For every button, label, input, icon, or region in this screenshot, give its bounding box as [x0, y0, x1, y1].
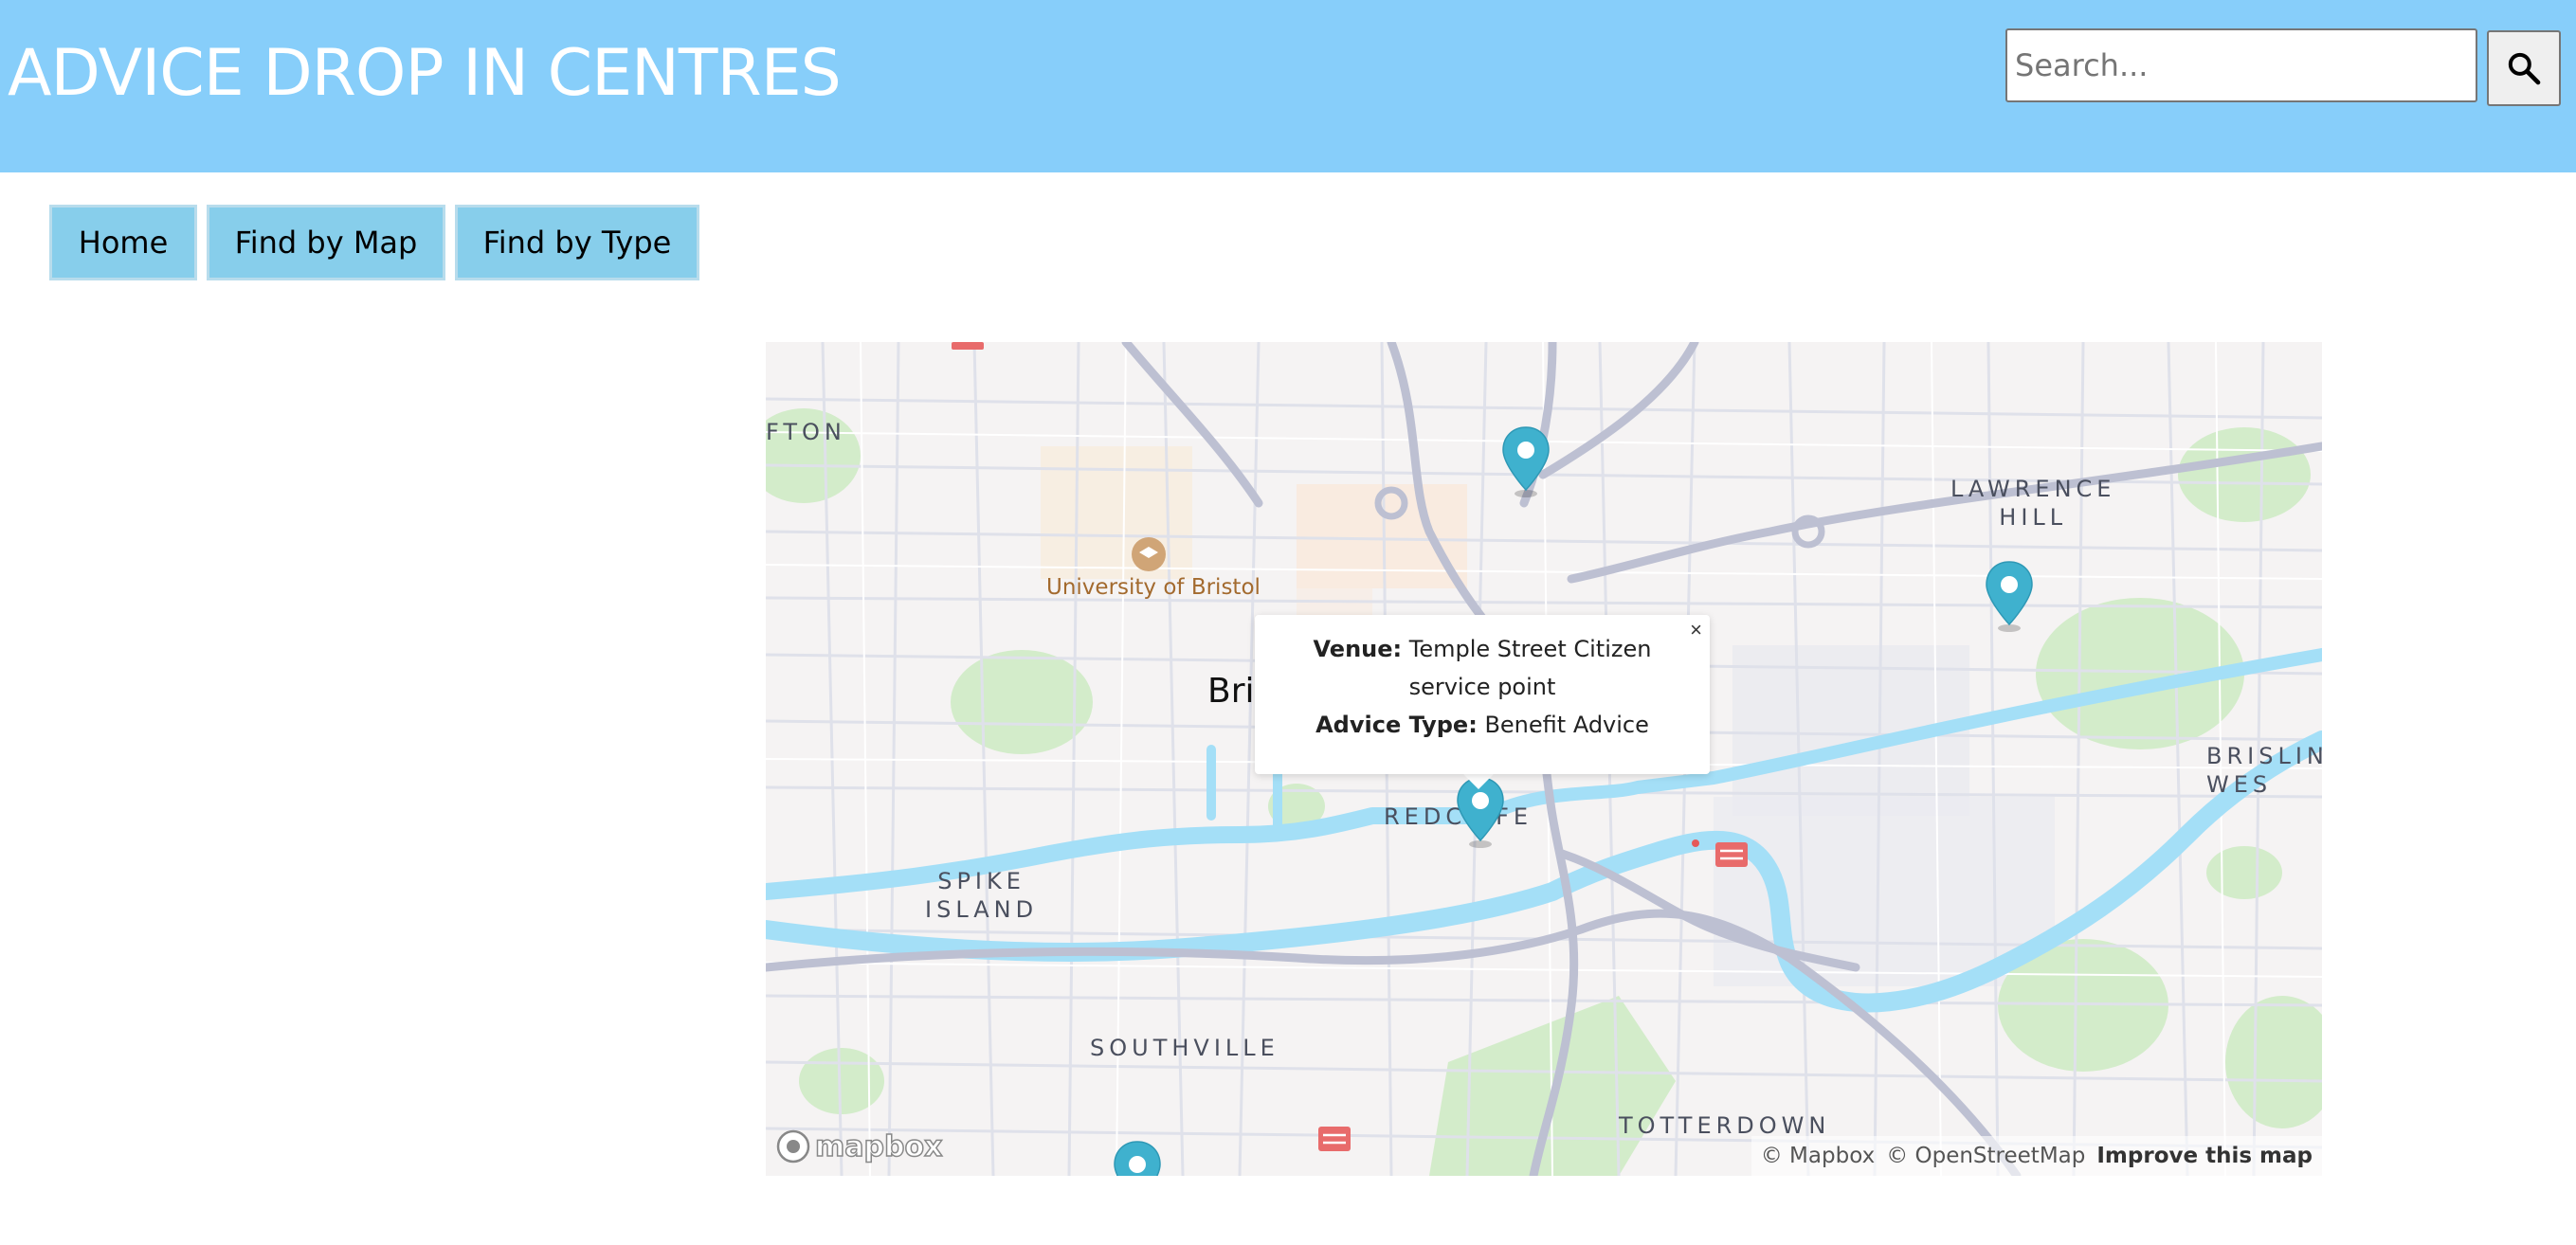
- attribution-osm-link[interactable]: © OpenStreetMap: [1886, 1144, 2085, 1168]
- search-icon: [2508, 52, 2541, 85]
- place-label-fton: FTON: [766, 419, 846, 445]
- popup-venue-line: Venue: Temple Street Citizen service poi…: [1274, 630, 1691, 706]
- site-header: ADVICE DROP IN CENTRES: [0, 0, 2576, 172]
- popup-venue-value: Temple Street Citizen service point: [1408, 636, 1652, 700]
- popup-close-button[interactable]: ×: [1690, 619, 1702, 641]
- place-label-brislington: BRISLIN WES: [2206, 743, 2322, 798]
- nav-find-by-type-button[interactable]: Find by Type: [455, 205, 699, 280]
- search-input[interactable]: [2005, 28, 2477, 102]
- map-marker-pin-1[interactable]: [1499, 424, 1552, 499]
- site-title: ADVICE DROP IN CENTRES: [8, 36, 842, 111]
- popup-tip: [1461, 772, 1496, 789]
- map-marker-pin-2[interactable]: [1983, 558, 2036, 634]
- popup-venue-label: Venue:: [1313, 636, 1403, 662]
- mapbox-logo-icon: [776, 1129, 810, 1164]
- popup-type-line: Advice Type: Benefit Advice: [1274, 706, 1691, 744]
- improve-map-link[interactable]: Improve this map: [2096, 1144, 2313, 1168]
- attribution-mapbox-link[interactable]: © Mapbox: [1761, 1144, 1875, 1168]
- venue-popup: × Venue: Temple Street Citizen service p…: [1255, 615, 1710, 774]
- popup-type-label: Advice Type:: [1315, 712, 1478, 738]
- search-button[interactable]: [2487, 30, 2561, 106]
- nav-home-button[interactable]: Home: [49, 205, 197, 280]
- map-container[interactable]: FTON LAWRENCE HILL University of Bristol…: [766, 342, 2322, 1176]
- mapbox-logo[interactable]: mapbox: [775, 1128, 943, 1164]
- nav-find-by-map-button[interactable]: Find by Map: [207, 205, 445, 280]
- map-marker-pin-4[interactable]: [1111, 1138, 1164, 1176]
- place-label-spike-island: SPIKE ISLAND: [925, 868, 1039, 923]
- place-label-city: Bri: [1207, 672, 1255, 711]
- place-label-university: University of Bristol: [1046, 575, 1261, 600]
- map-attribution: © Mapbox © OpenStreetMap Improve this ma…: [1751, 1136, 2322, 1176]
- popup-type-value: Benefit Advice: [1484, 712, 1649, 738]
- mapbox-logo-text: mapbox: [814, 1129, 943, 1164]
- place-label-lawrence-hill: LAWRENCE HILL: [1950, 476, 2116, 531]
- place-label-southville: SOUTHVILLE: [1090, 1035, 1279, 1061]
